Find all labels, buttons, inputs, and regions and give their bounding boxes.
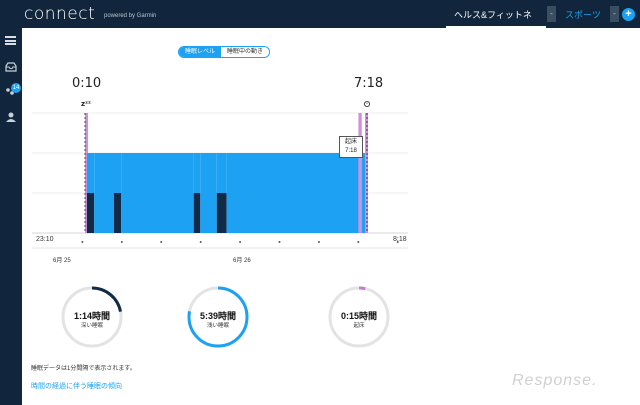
sleep-segment-deep-top-7	[216, 153, 227, 193]
toggle-sleep-levels[interactable]: 睡眠レベル	[179, 47, 222, 57]
sleep-segment-light	[226, 153, 359, 233]
hour-tick	[81, 241, 84, 243]
data-interval-note: 睡眠データは1分間隔で表示されます。	[31, 366, 136, 372]
axis-date-2: 6月 26	[233, 258, 251, 264]
sports-dropdown-caret[interactable]: -	[610, 6, 619, 22]
sleep-start-time: 0:10	[72, 76, 102, 91]
sleep-end-time: 7:18	[354, 76, 384, 91]
sleep-segment-light	[200, 153, 217, 233]
sleep-segment-deep	[113, 193, 122, 233]
hour-tick	[317, 241, 320, 243]
sleep-segment-awake	[85, 113, 88, 233]
zzz-icon: zᶻᶻ	[81, 100, 91, 108]
tab-sports[interactable]: スポーツ	[557, 0, 612, 28]
health-dropdown-caret[interactable]: -	[547, 6, 556, 22]
deep-sleep-ring: 1:14時間 深い睡眠	[60, 285, 124, 349]
app-logo[interactable]: connect	[24, 4, 95, 24]
sleep-segment-light	[121, 153, 194, 233]
sleep-trend-link[interactable]: 時間の経過に伴う睡眠の傾向	[31, 381, 122, 391]
deep-sleep-label: 深い睡眠	[80, 323, 103, 329]
notification-badge: 14	[11, 83, 21, 93]
hour-tick	[199, 241, 202, 243]
hour-tick	[160, 241, 163, 243]
hour-tick	[357, 241, 360, 243]
sleep-segment-awake	[365, 113, 369, 233]
sleep-segment-light	[94, 153, 114, 233]
sleep-segment-deep-top-5	[193, 153, 201, 193]
hour-tick	[239, 241, 242, 243]
sleep-segment-awake	[358, 113, 362, 233]
top-bar: connect powered by Garmin ヘルス&フィットネス - ス…	[0, 0, 640, 50]
sidebar: 14	[0, 28, 22, 405]
powered-by: powered by Garmin	[104, 13, 157, 19]
profile-icon[interactable]	[5, 112, 17, 122]
awake-label: 起床	[353, 323, 365, 329]
sleep-segment-light	[361, 153, 366, 233]
sleep-segment-deep-top-1	[86, 153, 95, 193]
view-toggle: 睡眠レベル 睡眠中の動き	[178, 46, 271, 58]
toggle-sleep-movement[interactable]: 睡眠中の動き	[221, 47, 270, 57]
sleep-segment-deep	[86, 193, 95, 233]
hour-tick	[120, 241, 123, 243]
awake-ring: 0:15時間 起床	[327, 285, 391, 349]
axis-right-time: 8:18	[393, 236, 407, 243]
sleep-segment-deep-top-3	[113, 153, 122, 193]
tab-health-fitness[interactable]: ヘルス&フィットネス	[446, 0, 546, 50]
inbox-icon[interactable]	[5, 62, 17, 72]
watermark-logo: Response.	[512, 372, 598, 389]
light-sleep-label: 浅い睡眠	[206, 323, 229, 329]
wake-tooltip: 起床 7:18	[339, 136, 363, 158]
sleep-segment-deep	[216, 193, 227, 233]
alarm-clock-icon	[363, 101, 370, 108]
axis-left-time: 23:10	[36, 236, 54, 243]
add-button[interactable]: +	[622, 8, 635, 21]
tooltip-time: 7:18	[345, 148, 357, 154]
axis-date-1: 6月 25	[53, 258, 71, 264]
tooltip-label: 起床	[344, 139, 357, 145]
menu-icon[interactable]	[5, 36, 16, 45]
hour-tick	[278, 241, 281, 243]
sleep-segment-deep	[193, 193, 201, 233]
light-sleep-ring: 5:39時間 浅い睡眠	[186, 285, 250, 349]
